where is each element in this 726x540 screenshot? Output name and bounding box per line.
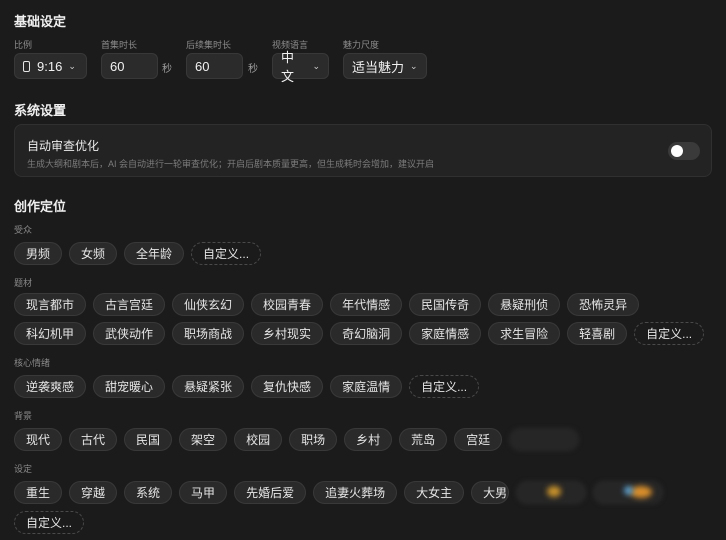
setting-tags: 重生 穿越 系统 马甲 先婚后爱 追妻火葬场 大女主 大男 — [14, 481, 664, 504]
genre-tag[interactable]: 科幻机甲 — [14, 322, 87, 345]
setting-tag[interactable]: 先婚后爱 — [234, 481, 307, 504]
blurred-emoji-icon — [630, 486, 652, 498]
genre-tag[interactable]: 求生冒险 — [488, 322, 561, 345]
auto-review-title: 自动审查优化 — [27, 139, 100, 153]
setting-tag-partial[interactable]: 大男 — [471, 481, 510, 504]
language-value: 中文 — [281, 50, 295, 84]
emotion-tag[interactable]: 复仇快感 — [251, 375, 324, 398]
emotion-custom-button[interactable]: 自定义... — [409, 375, 480, 398]
audience-tag-female[interactable]: 女频 — [69, 242, 118, 265]
following-episodes-value: 60 — [195, 58, 210, 74]
audience-custom-button[interactable]: 自定义... — [191, 242, 262, 265]
genre-tag[interactable]: 武侠动作 — [93, 322, 166, 345]
chevron-down-icon: ⌄ — [68, 60, 76, 71]
background-tag[interactable]: 乡村 — [344, 428, 393, 451]
background-custom-button-blurred[interactable] — [509, 428, 580, 451]
chevron-down-icon: ⌄ — [312, 60, 320, 71]
auto-review-toggle[interactable] — [668, 142, 700, 160]
emotion-label: 核心情绪 — [14, 358, 51, 368]
following-episodes-unit: 秒 — [248, 64, 258, 75]
audience-tag-all-ages[interactable]: 全年龄 — [124, 242, 185, 265]
emotion-tag[interactable]: 家庭温情 — [330, 375, 403, 398]
genre-label: 题材 — [14, 278, 33, 288]
genre-tag[interactable]: 家庭情感 — [409, 322, 482, 345]
ratio-value: 9:16 — [37, 58, 63, 74]
blurred-emoji-icon — [624, 486, 633, 495]
phone-icon — [23, 60, 30, 72]
audience-tags: 男频 女频 全年龄 自定义... — [14, 242, 262, 265]
audience-tag-male[interactable]: 男频 — [14, 242, 63, 265]
first-episode-duration-input[interactable]: 60 — [101, 53, 158, 79]
charm-value: 适当魅力 — [352, 59, 405, 75]
emotion-tag[interactable]: 甜宠暖心 — [93, 375, 166, 398]
following-episodes-duration-input[interactable]: 60 — [186, 53, 243, 79]
first-episode-unit: 秒 — [162, 64, 172, 75]
background-tag[interactable]: 校园 — [234, 428, 283, 451]
background-tag[interactable]: 宫廷 — [454, 428, 503, 451]
background-tag[interactable]: 职场 — [289, 428, 338, 451]
genre-tag[interactable]: 悬疑刑侦 — [488, 293, 561, 316]
audience-label: 受众 — [14, 225, 33, 235]
genre-tag[interactable]: 现言都市 — [14, 293, 87, 316]
emotion-tag[interactable]: 逆袭爽感 — [14, 375, 87, 398]
background-tags: 现代 古代 民国 架空 校园 职场 乡村 荒岛 宫廷 — [14, 428, 580, 451]
language-select[interactable]: 中文 ⌄ — [272, 50, 329, 84]
setting-tag[interactable]: 重生 — [14, 481, 63, 504]
setting-label: 设定 — [14, 464, 33, 474]
genre-tag[interactable]: 年代情感 — [330, 293, 403, 316]
following-episodes-label: 后续集时长 — [186, 40, 232, 50]
background-tag[interactable]: 民国 — [124, 428, 173, 451]
genre-tag[interactable]: 轻喜剧 — [567, 322, 628, 345]
genre-custom-button[interactable]: 自定义... — [634, 322, 705, 345]
genre-tags-row-2: 科幻机甲 武侠动作 职场商战 乡村现实 奇幻脑洞 家庭情感 求生冒险 轻喜剧 自… — [14, 322, 705, 345]
background-tag[interactable]: 现代 — [14, 428, 63, 451]
charm-select[interactable]: 适当魅力 ⌄ — [343, 53, 427, 79]
setting-tag[interactable]: 追妻火葬场 — [313, 481, 398, 504]
emotion-tag[interactable]: 悬疑紧张 — [172, 375, 245, 398]
genre-tag[interactable]: 校园青春 — [251, 293, 324, 316]
background-tag[interactable]: 架空 — [179, 428, 228, 451]
setting-tag[interactable]: 大女主 — [404, 481, 465, 504]
genre-tag[interactable]: 古言宫廷 — [93, 293, 166, 316]
blurred-emoji-icon — [547, 486, 561, 497]
genre-tag[interactable]: 仙侠玄幻 — [172, 293, 245, 316]
background-tag[interactable]: 荒岛 — [399, 428, 448, 451]
genre-tags-row-1: 现言都市 古言宫廷 仙侠玄幻 校园青春 年代情感 民国传奇 悬疑刑侦 恐怖灵异 — [14, 293, 640, 316]
chevron-down-icon: ⌄ — [410, 60, 418, 71]
auto-review-card: 自动审查优化 生成大纲和剧本后，AI 会自动进行一轮审查优化；开启后剧本质量更高… — [14, 124, 712, 177]
genre-tag[interactable]: 恐怖灵异 — [567, 293, 640, 316]
ratio-select[interactable]: 9:16 ⌄ — [14, 53, 87, 79]
charm-label: 魅力尺度 — [343, 40, 380, 50]
auto-review-description: 生成大纲和剧本后，AI 会自动进行一轮审查优化；开启后剧本质量更高，但生成耗时会… — [27, 159, 435, 169]
background-label: 背景 — [14, 411, 33, 421]
basic-settings-title: 基础设定 — [14, 14, 67, 29]
first-episode-value: 60 — [110, 58, 125, 74]
setting-custom-row: 自定义... — [14, 511, 85, 534]
setting-tag[interactable]: 穿越 — [69, 481, 118, 504]
genre-tag[interactable]: 职场商战 — [172, 322, 245, 345]
setting-custom-button[interactable]: 自定义... — [14, 511, 85, 534]
background-tag[interactable]: 古代 — [69, 428, 118, 451]
ratio-label: 比例 — [14, 40, 33, 50]
genre-tag[interactable]: 乡村现实 — [251, 322, 324, 345]
genre-tag[interactable]: 奇幻脑洞 — [330, 322, 403, 345]
toggle-knob — [671, 145, 683, 157]
first-episode-label: 首集时长 — [101, 40, 138, 50]
system-settings-title: 系统设置 — [14, 103, 67, 118]
emotion-tags: 逆袭爽感 甜宠暖心 悬疑紧张 复仇快感 家庭温情 自定义... — [14, 375, 480, 398]
positioning-title: 创作定位 — [14, 199, 67, 214]
setting-tag[interactable]: 系统 — [124, 481, 173, 504]
genre-tag[interactable]: 民国传奇 — [409, 293, 482, 316]
setting-tag[interactable]: 马甲 — [179, 481, 228, 504]
